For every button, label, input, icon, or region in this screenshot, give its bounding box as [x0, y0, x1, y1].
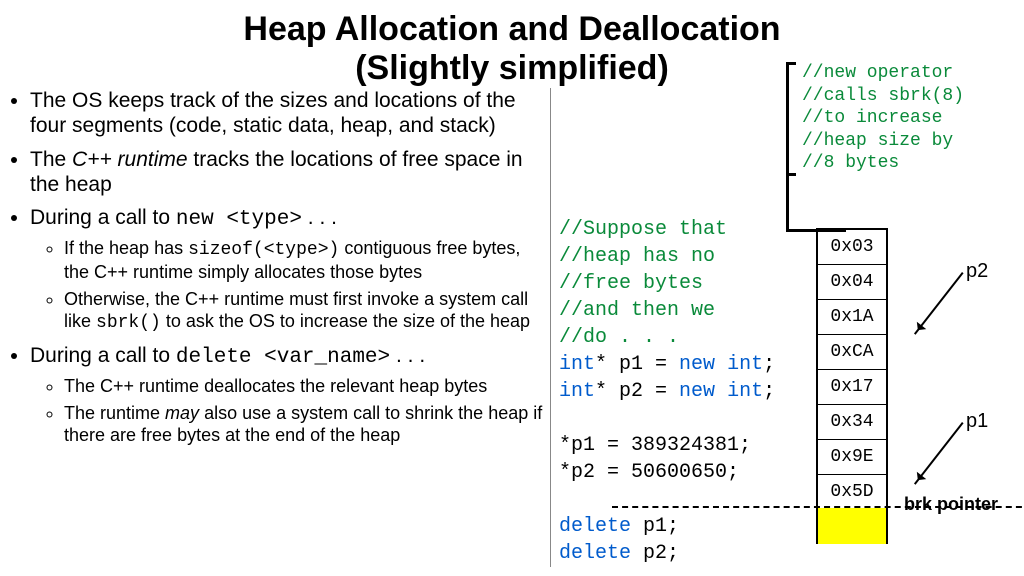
bullet-4b: The runtime may also use a system call t…	[64, 403, 550, 446]
bullet-3: During a call to new <type> . . . If the…	[30, 205, 550, 335]
heap-diagram: //new operator //calls sbrk(8) //to incr…	[792, 62, 1018, 572]
arrow-icon	[914, 272, 964, 335]
bullet-3b: Otherwise, the C++ runtime must first in…	[64, 289, 550, 334]
title-line-1: Heap Allocation and Deallocation	[0, 10, 1024, 49]
heap-cell: 0x9E	[818, 440, 886, 475]
p2-label: p2	[966, 260, 988, 283]
heap-cell: 0x34	[818, 405, 886, 440]
bracket-icon	[786, 62, 796, 176]
arrow-icon	[914, 422, 964, 485]
heap-cell: 0x03	[818, 230, 886, 265]
p1-label: p1	[966, 410, 988, 433]
bullet-4: During a call to delete <var_name> . . .…	[30, 343, 550, 447]
free-heap-region	[816, 508, 888, 544]
heap-cell: 0x1A	[818, 300, 886, 335]
heap-bytes-table: 0x03 0x04 0x1A 0xCA 0x17 0x34 0x9E 0x5D	[816, 228, 888, 512]
heap-cell: 0x17	[818, 370, 886, 405]
heap-cell: 0xCA	[818, 335, 886, 370]
bracket-tail-icon	[786, 176, 846, 232]
heap-cell: 0x5D	[818, 475, 886, 510]
bullet-2: The C++ runtime tracks the locations of …	[30, 147, 550, 197]
bullet-3a: If the heap has sizeof(<type>) contiguou…	[64, 238, 550, 283]
bullet-1: The OS keeps track of the sizes and loca…	[30, 88, 550, 138]
heap-cell: 0x04	[818, 265, 886, 300]
brk-pointer-label: brk pointer	[904, 494, 998, 515]
bullet-4a: The C++ runtime deallocates the relevant…	[64, 376, 550, 398]
sbrk-annotation: //new operator //calls sbrk(8) //to incr…	[802, 62, 964, 175]
bullet-list: The OS keeps track of the sizes and loca…	[8, 88, 550, 567]
